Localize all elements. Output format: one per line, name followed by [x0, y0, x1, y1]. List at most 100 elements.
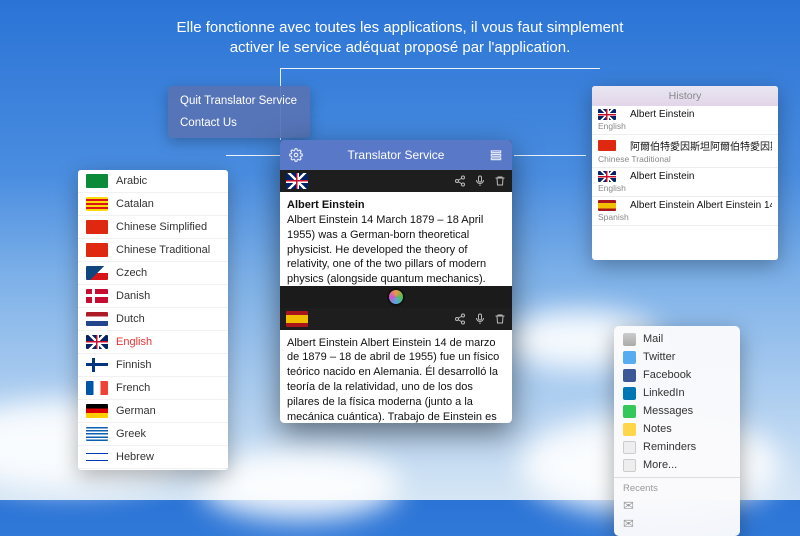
flag-icon [598, 200, 616, 211]
flag-icon [86, 266, 108, 280]
translator-title: Translator Service [348, 148, 445, 162]
app-icon [623, 459, 636, 472]
context-menu-item[interactable]: Contact Us [168, 112, 310, 134]
share-label: More... [643, 459, 677, 471]
flag-icon [86, 289, 108, 303]
share-icon[interactable] [454, 313, 466, 325]
language-row[interactable]: Hebrew [78, 446, 228, 469]
context-menu-item[interactable]: Quit Translator Service [168, 90, 310, 112]
target-text[interactable]: Albert Einstein Albert Einstein 14 de ma… [280, 330, 512, 424]
trash-icon[interactable] [494, 175, 506, 187]
envelope-icon: ✉ [623, 517, 634, 530]
language-row[interactable]: German [78, 400, 228, 423]
flag-icon [598, 171, 616, 182]
history-lang: Chinese Traditional [598, 154, 772, 164]
history-item[interactable]: Albert Einstein Albert Einstein 14 de ma… [592, 197, 778, 226]
translator-window: Translator Service Albert EinsteinAlbert… [280, 140, 512, 423]
target-pane: Albert Einstein Albert Einstein 14 de ma… [280, 308, 512, 424]
list-icon[interactable] [488, 147, 504, 163]
language-row[interactable]: Danish [78, 285, 228, 308]
language-label: Czech [116, 267, 147, 279]
language-label: Chinese Simplified [116, 221, 207, 233]
language-label: Finnish [116, 359, 151, 371]
history-lang: English [598, 183, 772, 193]
language-row[interactable]: Czech [78, 262, 228, 285]
share-menu: Mail Twitter Facebook LinkedIn Messages Notes… [614, 326, 740, 536]
language-row[interactable]: Greek [78, 423, 228, 446]
trash-icon[interactable] [494, 313, 506, 325]
language-list[interactable]: Arabic Catalan Chinese Simplified Chinese T… [78, 170, 228, 470]
flag-icon [86, 335, 108, 349]
source-flag-icon[interactable] [286, 173, 308, 189]
callout-line [226, 155, 284, 156]
language-label: Dutch [116, 313, 145, 325]
language-row[interactable]: English [78, 331, 228, 354]
share-icon[interactable] [454, 175, 466, 187]
envelope-icon: ✉ [623, 499, 634, 512]
globe-icon[interactable] [387, 288, 405, 306]
history-item[interactable]: 阿爾伯特愛因斯坦阿爾伯特愛因斯坦 14 三月 18...Chinese Trad… [592, 135, 778, 168]
translator-titlebar: Translator Service [280, 140, 512, 170]
flag-icon [86, 381, 108, 395]
language-row[interactable]: Catalan [78, 193, 228, 216]
language-label: German [116, 405, 156, 417]
caption-line1: Elle fonctionne avec toutes les applicat… [0, 18, 800, 38]
share-item[interactable]: Reminders [614, 438, 740, 456]
source-langbar [280, 170, 512, 192]
share-item[interactable]: More... [614, 456, 740, 474]
recent-item[interactable]: ✉ [614, 514, 740, 532]
flag-icon [86, 174, 108, 188]
share-label: Messages [643, 405, 693, 417]
language-row[interactable]: French [78, 377, 228, 400]
recents-label: Recents [614, 481, 740, 496]
history-lang: English [598, 121, 772, 131]
share-label: Twitter [643, 351, 675, 363]
callout-line [280, 68, 600, 140]
share-label: Facebook [643, 369, 691, 381]
share-item[interactable]: Twitter [614, 348, 740, 366]
app-icon [623, 351, 636, 364]
language-label: English [116, 336, 152, 348]
language-row[interactable]: Arabic [78, 170, 228, 193]
app-icon [623, 333, 636, 346]
history-item[interactable]: Albert EinsteinEnglish [592, 168, 778, 197]
source-text[interactable]: Albert EinsteinAlbert Einstein Albert Ei… [280, 192, 512, 286]
flag-icon [86, 243, 108, 257]
app-icon [623, 441, 636, 454]
target-langbar [280, 308, 512, 330]
history-text: Albert Einstein [630, 109, 694, 120]
language-row[interactable]: Dutch [78, 308, 228, 331]
target-flag-icon[interactable] [286, 311, 308, 327]
share-label: Reminders [643, 441, 696, 453]
history-text: Albert Einstein [630, 171, 694, 182]
app-icon [623, 387, 636, 400]
share-item[interactable]: Notes [614, 420, 740, 438]
flag-icon [598, 140, 616, 151]
share-label: LinkedIn [643, 387, 685, 399]
flag-icon [86, 197, 108, 211]
share-item[interactable]: Messages [614, 402, 740, 420]
share-item[interactable]: LinkedIn [614, 384, 740, 402]
mic-icon[interactable] [474, 175, 486, 187]
language-label: Arabic [116, 175, 147, 187]
source-pane: Albert EinsteinAlbert Einstein Albert Ei… [280, 170, 512, 286]
flag-icon [86, 404, 108, 418]
language-row[interactable]: Finnish [78, 354, 228, 377]
language-label: Greek [116, 428, 146, 440]
language-label: Hebrew [116, 451, 154, 463]
flag-icon [86, 450, 108, 464]
history-title: History [592, 86, 778, 106]
history-lang: Spanish [598, 212, 772, 222]
context-menu: Quit Translator ServiceContact Us [168, 86, 310, 138]
mic-icon[interactable] [474, 313, 486, 325]
callout-line [514, 155, 586, 156]
language-row[interactable]: Chinese Simplified [78, 216, 228, 239]
recent-item[interactable]: ✉ [614, 496, 740, 514]
share-item[interactable]: Facebook [614, 366, 740, 384]
settings-icon[interactable] [288, 147, 304, 163]
history-item[interactable]: Albert EinsteinEnglish [592, 106, 778, 135]
language-label: Chinese Traditional [116, 244, 210, 256]
share-item[interactable]: Mail [614, 330, 740, 348]
language-label: Catalan [116, 198, 154, 210]
language-row[interactable]: Chinese Traditional [78, 239, 228, 262]
